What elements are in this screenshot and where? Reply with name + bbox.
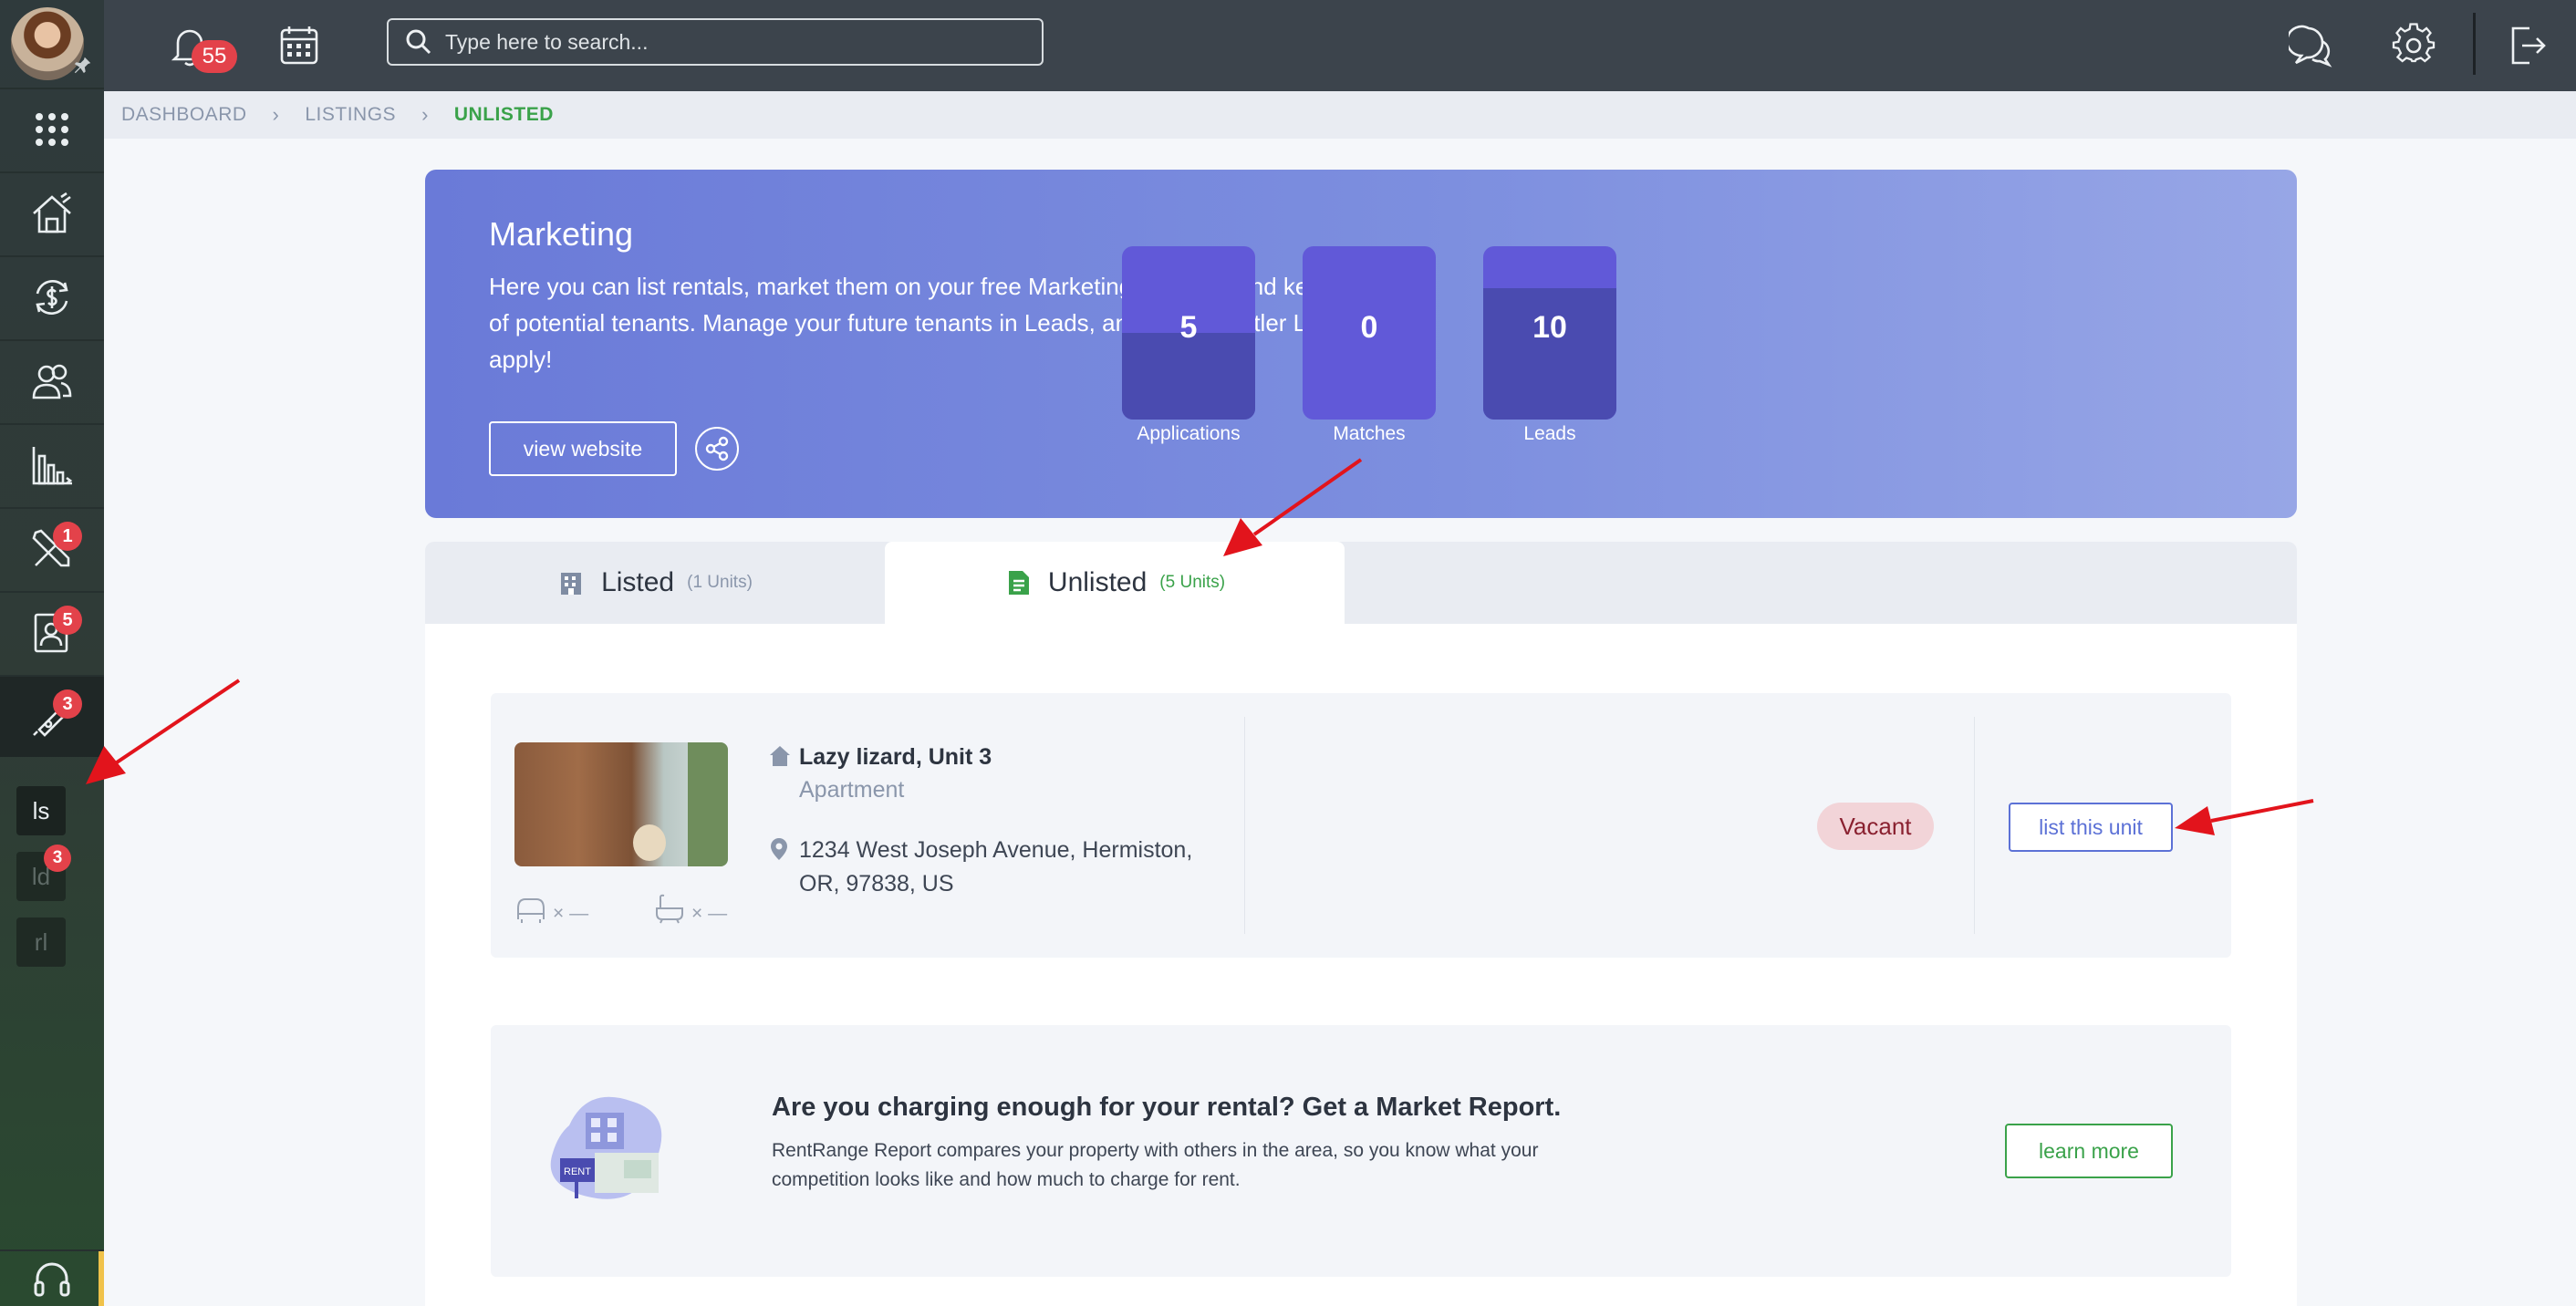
market-report-illustration: RENT	[550, 1096, 662, 1199]
document-icon	[1008, 571, 1029, 595]
grid-dots-icon	[36, 113, 68, 146]
gear-icon	[2392, 23, 2436, 63]
banner-title: Marketing	[489, 215, 634, 253]
sidebar-item-reports[interactable]	[0, 423, 104, 505]
chevron-right-icon: ›	[421, 103, 429, 126]
learn-more-button[interactable]: learn more	[2005, 1124, 2173, 1178]
sidebar-item-applications[interactable]: 5	[0, 591, 104, 673]
photo-detail	[633, 824, 666, 861]
beds-count: × —	[553, 903, 589, 924]
beds-info: × —	[514, 892, 588, 925]
matches-stat[interactable]: 0	[1303, 246, 1436, 420]
support-button[interactable]	[0, 1249, 104, 1306]
headset-icon	[34, 1262, 70, 1297]
view-website-button[interactable]: view website	[489, 421, 677, 476]
marketing-banner: Marketing Here you can list rentals, mar…	[425, 170, 2297, 518]
baths-info: × —	[653, 892, 727, 925]
tab-count: (5 Units)	[1159, 573, 1226, 592]
report-title: Are you charging enough for your rental?…	[772, 1093, 1562, 1122]
calendar-icon	[280, 26, 318, 65]
leads-stat[interactable]: 10	[1483, 246, 1616, 420]
bed-icon	[517, 898, 545, 923]
pin-icon[interactable]	[73, 55, 97, 78]
breadcrumb-unlisted: UNLISTED	[453, 104, 554, 125]
status-badge: Vacant	[1817, 803, 1934, 850]
people-icon	[32, 364, 72, 399]
unit-photo[interactable]	[514, 742, 728, 866]
tab-count: (1 Units)	[687, 573, 753, 592]
chat-bubbles-icon	[2289, 25, 2332, 67]
sidebar-item-maintenance[interactable]: 1	[0, 507, 104, 589]
sidebar-item-leads[interactable]: 3	[0, 675, 104, 757]
tab-label: Listed	[601, 567, 675, 597]
breadcrumb: DASHBOARD › LISTINGS › UNLISTED	[104, 91, 2576, 139]
breadcrumb-listings[interactable]: LISTINGS	[305, 104, 396, 126]
chevron-right-icon: ›	[272, 103, 280, 126]
house-icon	[33, 192, 71, 233]
tab-unlisted[interactable]: Unlisted (5 Units)	[885, 542, 1345, 624]
location-pin-icon	[771, 838, 787, 860]
sidebar: 1 5 3 ls ld 3 rl	[0, 0, 104, 1306]
stat-fill	[1483, 287, 1616, 420]
sidebar-sub-item-rl[interactable]: rl	[16, 917, 66, 967]
share-button[interactable]	[695, 427, 739, 471]
unit-type: Apartment	[799, 777, 905, 803]
leads-sub-badge: 3	[44, 845, 71, 872]
building-icon	[561, 573, 582, 595]
applications-stat[interactable]: 5	[1122, 246, 1255, 420]
stat-value: 5	[1179, 310, 1198, 345]
settings-button[interactable]	[2384, 16, 2443, 75]
topbar-divider	[2473, 13, 2476, 75]
divider	[1974, 717, 1975, 934]
report-description: RentRange Report compares your property …	[772, 1140, 1539, 1190]
search-bar	[387, 18, 1044, 66]
photo-detail	[688, 742, 728, 866]
stat-label: Applications	[1137, 423, 1241, 444]
sidebar-item-properties[interactable]	[0, 171, 104, 254]
calendar-button[interactable]	[270, 16, 328, 75]
applications-badge: 5	[53, 606, 82, 635]
rent-sign-text: RENT	[564, 1166, 591, 1177]
leads-badge: 3	[53, 689, 82, 719]
logout-button[interactable]	[2498, 16, 2556, 75]
list-this-unit-button[interactable]: list this unit	[2009, 803, 2173, 852]
bar-chart-icon	[32, 447, 73, 485]
stat-label: Leads	[1523, 423, 1576, 444]
stat-value: 10	[1532, 310, 1567, 345]
stat-value: 0	[1360, 310, 1378, 345]
sidebar-item-payments[interactable]	[0, 255, 104, 337]
maintenance-badge: 1	[53, 522, 82, 551]
banner-description: Here you can list rentals, market them o…	[489, 273, 1393, 373]
tab-listed[interactable]: Listed (1 Units)	[425, 542, 885, 624]
messages-button[interactable]	[2282, 16, 2341, 75]
sidebar-item-tenants[interactable]	[0, 339, 104, 421]
tab-label: Unlisted	[1047, 567, 1148, 597]
sidebar-item-apps[interactable]	[0, 88, 104, 170]
search-input[interactable]	[445, 29, 1042, 55]
bathtub-icon	[656, 894, 683, 924]
market-report-card: RENT Are you charging enough for your re…	[491, 1025, 2231, 1277]
sidebar-sub-item-ls[interactable]: ls	[16, 786, 66, 835]
breadcrumb-dashboard[interactable]: DASHBOARD	[121, 104, 247, 126]
topbar: 55	[104, 0, 2576, 91]
notification-count-badge: 55	[192, 40, 237, 73]
home-icon	[770, 746, 790, 766]
stat-label: Matches	[1333, 423, 1406, 444]
search-icon	[406, 29, 431, 55]
divider	[1244, 717, 1245, 934]
baths-count: × —	[691, 903, 728, 924]
unit-address: 1234 West Joseph Avenue, Hermiston, OR, …	[799, 837, 1193, 897]
unit-card: × — × — Lazy lizard, Unit 3 Apartment 12…	[491, 693, 2231, 958]
unit-name[interactable]: Lazy lizard, Unit 3	[799, 744, 992, 771]
dollar-cycle-icon	[36, 280, 68, 315]
share-icon	[705, 436, 729, 461]
stat-fill	[1122, 333, 1255, 420]
listing-tabs: Listed (1 Units) Unlisted (5 Units)	[425, 542, 2297, 624]
logout-icon	[2511, 26, 2546, 65]
